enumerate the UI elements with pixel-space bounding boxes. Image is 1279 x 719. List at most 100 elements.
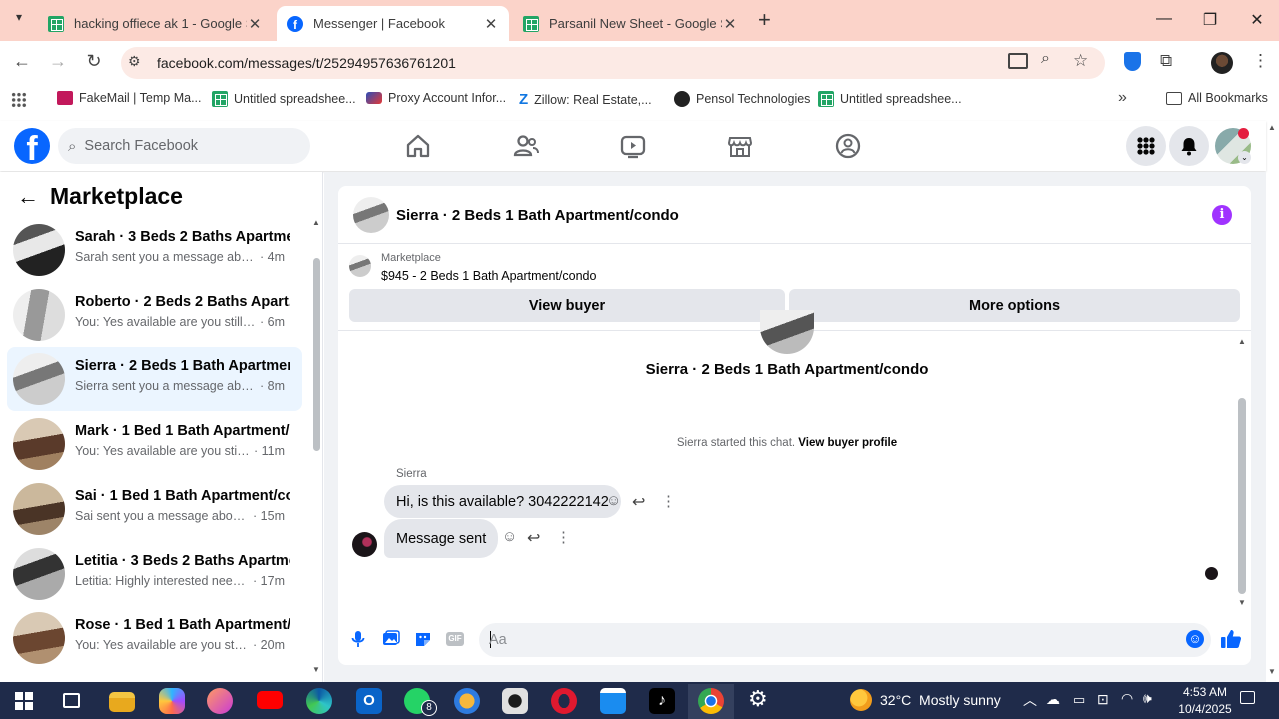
list-scrollbar-thumb[interactable] (313, 258, 320, 451)
more-bookmarks-icon[interactable]: » (1118, 89, 1127, 107)
back-icon[interactable]: ← (10, 51, 34, 72)
close-window-icon[interactable]: ✕ (1247, 10, 1267, 30)
edge-icon[interactable] (306, 688, 332, 714)
home-icon[interactable] (403, 131, 433, 161)
conversation-item[interactable]: Sai · 1 Bed 1 Bath Apartment/co... Sai se… (7, 477, 302, 541)
conversation-item[interactable]: Roberto · 2 Beds 2 Baths Apart... You: Ye… (7, 283, 302, 347)
show-hidden-icons[interactable]: ︿ (1023, 690, 1037, 710)
zoom-icon[interactable]: ⌕ (1041, 50, 1050, 68)
scroll-up-arrow[interactable]: ▲ (1268, 123, 1276, 132)
tab-parsanil[interactable]: Parsanil New Sheet - Google Sheets ✕ (513, 6, 748, 41)
info-icon[interactable]: i (1212, 205, 1232, 225)
restore-icon[interactable]: ❐ (1200, 10, 1220, 30)
settings-icon[interactable]: ⚙ (748, 686, 768, 712)
back-arrow-icon[interactable]: ← (17, 184, 39, 210)
close-tab-icon[interactable]: ✕ (483, 15, 499, 33)
bookmark-pensol[interactable]: Pensol Technologies (674, 91, 810, 107)
gif-icon[interactable]: GIF (446, 632, 464, 646)
photo-icon[interactable] (382, 630, 400, 648)
shield-extension-icon[interactable] (1124, 52, 1141, 71)
close-tab-icon[interactable]: ✕ (247, 15, 263, 33)
conversation-item[interactable]: Sarah · 3 Beds 2 Baths Apartme... Sarah s… (7, 218, 302, 282)
clock-date[interactable]: 10/4/2025 (1172, 702, 1238, 716)
install-app-icon[interactable] (1008, 53, 1028, 69)
chat-title[interactable]: Sierra · 2 Beds 1 Bath Apartment/condo (396, 207, 679, 224)
new-tab-button[interactable]: + (758, 7, 771, 33)
list-scroll-down[interactable]: ▼ (312, 665, 320, 674)
notifications-button[interactable] (1169, 126, 1209, 166)
more-options-button[interactable]: More options (789, 289, 1240, 322)
clock-time[interactable]: 4:53 AM (1172, 685, 1238, 699)
minimize-icon[interactable]: — (1154, 10, 1174, 28)
site-info-icon[interactable]: ⚙ (128, 53, 141, 70)
task-view-icon[interactable] (63, 693, 80, 708)
outlook-icon[interactable]: O (356, 688, 382, 714)
wifi-icon[interactable]: ◠ (1121, 690, 1133, 707)
message-bubble[interactable]: Message sent (384, 519, 499, 558)
conversation-item[interactable]: Mark · 1 Bed 1 Bath Apartment/... You: Ye… (7, 412, 302, 476)
chrome-icon[interactable] (698, 688, 724, 714)
more-icon[interactable]: ⋮ (661, 492, 676, 510)
menu-button[interactable] (1126, 126, 1166, 166)
store-icon[interactable] (600, 688, 626, 714)
tab-search-button[interactable]: ▾ (10, 10, 28, 28)
cloud-icon[interactable]: ☁ (1046, 691, 1060, 708)
groups-icon[interactable] (833, 131, 863, 161)
more-icon[interactable]: ⋮ (556, 528, 571, 546)
badge-app-icon[interactable] (454, 688, 480, 714)
account-chevron-icon[interactable]: ⌄ (1238, 151, 1251, 164)
file-explorer-icon[interactable] (109, 692, 135, 712)
youtube-icon[interactable] (257, 691, 283, 709)
chat-scroll-up[interactable]: ▲ (1238, 337, 1246, 346)
forward-icon[interactable]: → (46, 51, 70, 72)
extensions-icon[interactable]: ⧉ (1160, 51, 1172, 71)
url-text[interactable]: facebook.com/messages/t/2529495763676120… (157, 55, 456, 71)
scroll-down-arrow[interactable]: ▼ (1268, 667, 1276, 676)
microphone-icon[interactable] (349, 630, 367, 648)
app-icon-dark[interactable] (502, 688, 528, 714)
volume-icon[interactable]: 🕪 (1143, 690, 1152, 707)
tab-hacking-offiece[interactable]: hacking offiece ak 1 - Google Sheets ✕ (38, 6, 273, 41)
friends-icon[interactable] (511, 131, 541, 161)
chrome-menu-icon[interactable]: ⋮ (1252, 51, 1269, 71)
chat-scroll-down[interactable]: ▼ (1238, 598, 1246, 607)
bookmark-star-icon[interactable]: ☆ (1073, 51, 1088, 71)
chat-scrollbar-thumb[interactable] (1238, 398, 1246, 594)
weather-text[interactable]: 32°C Mostly sunny (880, 692, 1001, 708)
profile-avatar[interactable] (1211, 52, 1233, 74)
video-icon[interactable] (618, 131, 648, 161)
apps-grid-icon[interactable] (11, 92, 27, 108)
close-tab-icon[interactable]: ✕ (722, 15, 738, 33)
app-icon-purple[interactable] (207, 688, 233, 714)
opera-icon[interactable] (551, 688, 577, 714)
tiktok-icon[interactable]: ♪ (649, 688, 675, 714)
listing-title[interactable]: $945 - 2 Beds 1 Bath Apartment/condo (381, 269, 596, 283)
message-bubble[interactable]: Hi, is this available? 3042222142 (384, 485, 621, 518)
windows-start-icon[interactable] (15, 692, 33, 710)
sticker-icon[interactable] (414, 630, 432, 648)
bookmark-fakemail[interactable]: FakeMail | Temp Ma... (57, 91, 202, 105)
react-icon[interactable]: ☺ (606, 492, 621, 509)
tray-icon[interactable]: ⊡ (1097, 691, 1109, 708)
facebook-logo[interactable]: f (14, 128, 50, 164)
list-scroll-up[interactable]: ▲ (312, 218, 320, 227)
conversation-item[interactable]: Rose · 1 Bed 1 Bath Apartment/c... You: Y… (7, 606, 302, 670)
battery-icon[interactable]: ▭ (1073, 692, 1085, 708)
bookmark-proxy[interactable]: Proxy Account Infor... (366, 91, 506, 105)
view-buyer-button[interactable]: View buyer (349, 289, 785, 322)
listing-thumbnail[interactable] (349, 255, 371, 277)
copilot-icon[interactable] (159, 688, 185, 714)
like-icon[interactable] (1220, 628, 1242, 650)
marketplace-icon[interactable] (725, 131, 755, 161)
tab-messenger[interactable]: f Messenger | Facebook ✕ (277, 6, 509, 41)
facebook-search-input[interactable]: ⌕ Search Facebook (58, 128, 310, 164)
reply-icon[interactable]: ↩ (527, 528, 540, 548)
reload-icon[interactable]: ↻ (82, 51, 106, 72)
page-scrollbar[interactable] (1266, 121, 1279, 682)
conversation-item[interactable]: Sierra · 2 Beds 1 Bath Apartment... Sierr… (7, 347, 302, 412)
conversation-item[interactable]: Letitia · 3 Beds 2 Baths Apartme... Letit… (7, 542, 302, 606)
view-buyer-profile-link[interactable]: View buyer profile (798, 437, 897, 449)
chat-avatar[interactable] (353, 197, 389, 233)
message-input[interactable] (479, 623, 1211, 657)
weather-icon[interactable] (850, 689, 872, 711)
